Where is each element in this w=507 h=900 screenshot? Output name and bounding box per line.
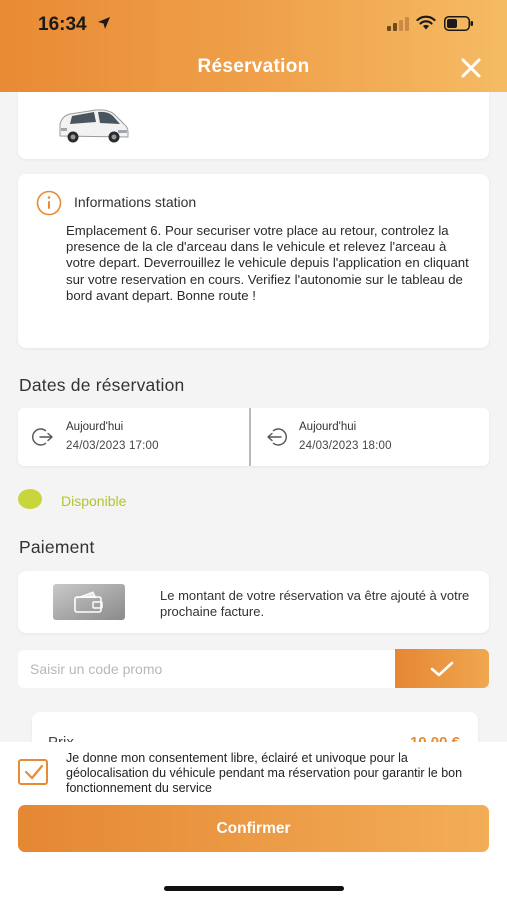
end-date-picker[interactable]: Aujourd'hui 24/03/2023 18:00 bbox=[251, 408, 489, 466]
info-title: Informations station bbox=[74, 194, 197, 210]
cellular-signal-icon bbox=[387, 17, 409, 31]
availability-indicator bbox=[18, 489, 42, 509]
check-icon bbox=[430, 661, 454, 677]
consent-checkbox[interactable] bbox=[18, 759, 48, 785]
home-indicator bbox=[164, 886, 344, 891]
dates-section-title: Dates de réservation bbox=[19, 375, 185, 395]
status-time: 16:34 bbox=[38, 14, 87, 35]
start-datetime: 24/03/2023 17:00 bbox=[66, 440, 159, 452]
login-arrow-icon bbox=[32, 428, 53, 446]
end-datetime: 24/03/2023 18:00 bbox=[299, 440, 392, 452]
logout-arrow-icon bbox=[267, 428, 287, 446]
availability-label: Disponible bbox=[61, 493, 127, 509]
promo-code-input[interactable] bbox=[18, 650, 395, 688]
battery-icon bbox=[444, 16, 473, 31]
app-header: 16:34 Réservation bbox=[0, 0, 507, 92]
info-text: Emplacement 6. Pour securiser votre plac… bbox=[66, 223, 469, 303]
status-bar: 16:34 bbox=[0, 0, 507, 48]
start-date-picker[interactable]: Aujourd'hui 24/03/2023 17:00 bbox=[18, 408, 249, 466]
apply-promo-button[interactable] bbox=[395, 649, 489, 688]
payment-card: Le montant de votre réservation va être … bbox=[18, 571, 489, 633]
payment-section-title: Paiement bbox=[19, 537, 95, 557]
page-title: Réservation bbox=[197, 56, 310, 77]
vehicle-image bbox=[59, 109, 129, 143]
checkmark-icon bbox=[24, 764, 44, 780]
location-arrow-icon bbox=[98, 17, 110, 29]
info-icon bbox=[36, 190, 62, 216]
wallet-icon bbox=[53, 584, 125, 620]
start-day: Aujourd'hui bbox=[66, 421, 124, 433]
station-info-card: Informations station Emplacement 6. Pour… bbox=[18, 174, 489, 348]
end-day: Aujourd'hui bbox=[299, 421, 357, 433]
close-icon[interactable] bbox=[456, 55, 486, 81]
consent-text: Je donne mon consentement libre, éclairé… bbox=[66, 751, 463, 795]
confirm-button[interactable]: Confirmer bbox=[18, 805, 489, 852]
payment-text: Le montant de votre réservation va être … bbox=[160, 588, 470, 619]
wifi-icon bbox=[416, 15, 436, 30]
vehicle-card bbox=[18, 92, 489, 159]
